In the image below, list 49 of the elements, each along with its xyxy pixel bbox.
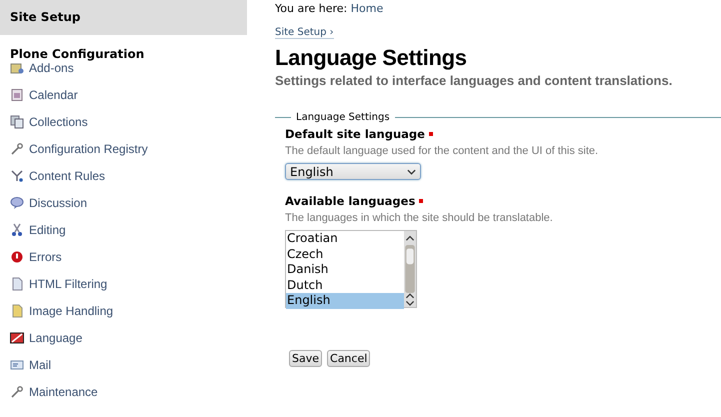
field-help: The default language used for the content and the UI of this site. <box>285 145 600 157</box>
flag-icon <box>10 330 24 344</box>
error-icon <box>10 250 24 264</box>
stack-icon <box>10 114 24 128</box>
list-option[interactable]: Croatian <box>286 231 404 246</box>
sidebar-link[interactable]: Collections <box>29 114 88 128</box>
sidebar-link[interactable]: Mail <box>29 358 52 372</box>
sidebar-link[interactable]: Maintenance <box>29 384 98 398</box>
calendar-icon <box>10 88 24 102</box>
document-icon <box>10 276 24 290</box>
sidebar-link[interactable]: Configuration Registry <box>29 142 148 156</box>
speech-bubble-icon <box>10 196 24 210</box>
sidebar-link[interactable]: Language <box>29 330 82 344</box>
wrench-icon <box>10 384 24 398</box>
site-setup-link[interactable]: Site Setup › <box>275 27 334 39</box>
sidebar-link[interactable]: Errors <box>29 250 62 264</box>
sidebar-link[interactable]: Add-ons <box>29 60 74 74</box>
language-dropdown[interactable]: English <box>285 163 421 180</box>
save-button[interactable]: Save <box>289 350 322 367</box>
breadcrumb-link[interactable]: Home <box>350 2 384 15</box>
fieldset-legend: Language Settings <box>291 112 395 123</box>
sidebar-link[interactable]: Content Rules <box>29 168 106 182</box>
package-icon <box>10 60 24 74</box>
sidebar-link[interactable]: Calendar <box>29 88 78 102</box>
network-icon <box>10 168 24 182</box>
scissors-icon <box>10 222 24 236</box>
page-title: Language Settings <box>275 45 468 71</box>
list-option[interactable]: Dutch <box>286 278 404 293</box>
chevron-down-icon <box>407 168 416 174</box>
document-icon <box>10 304 24 318</box>
sidebar-link[interactable]: Image Handling <box>29 304 114 318</box>
list-option[interactable]: Czech <box>286 246 404 262</box>
field-label: Default site language <box>285 127 425 141</box>
scrollbar[interactable] <box>404 231 416 307</box>
list-option[interactable]: English <box>286 293 404 308</box>
language-listbox[interactable]: Croatian Czech Danish Dutch English <box>285 230 417 308</box>
field-help: The languages in which the site should be translatable. <box>285 212 554 224</box>
sidebar-link[interactable]: Discussion <box>29 196 88 210</box>
sidebar-title: Site Setup <box>0 0 247 35</box>
page-description: Settings related to interface languages and content translations. <box>275 73 674 88</box>
section-heading: Plone Configuration <box>9 46 146 62</box>
wrench-icon <box>10 142 24 156</box>
field-label: Available languages <box>285 194 416 208</box>
sidebar-link[interactable]: Editing <box>29 222 66 236</box>
list-option[interactable]: Danish <box>286 262 404 278</box>
breadcrumb-label: You are here: <box>275 2 348 15</box>
sidebar-link[interactable]: HTML Filtering <box>29 276 108 290</box>
envelope-icon <box>10 358 24 372</box>
cancel-button[interactable]: Cancel <box>327 350 370 367</box>
